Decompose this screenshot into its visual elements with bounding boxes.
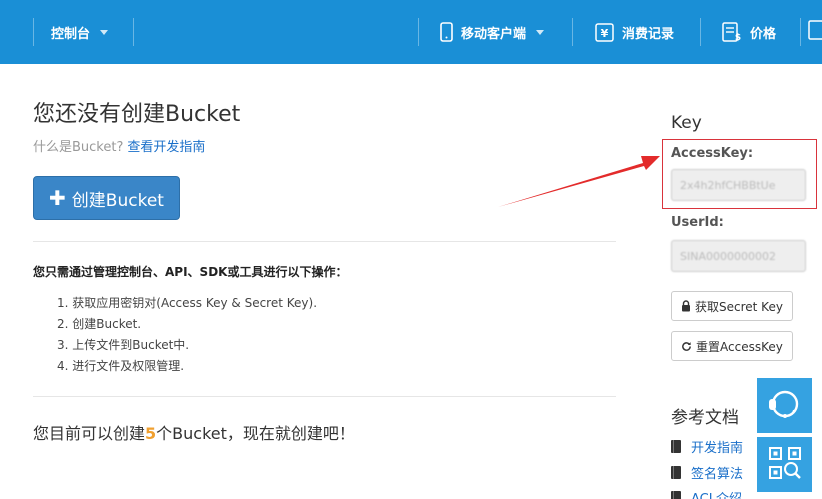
annotation-arrow — [498, 156, 660, 207]
